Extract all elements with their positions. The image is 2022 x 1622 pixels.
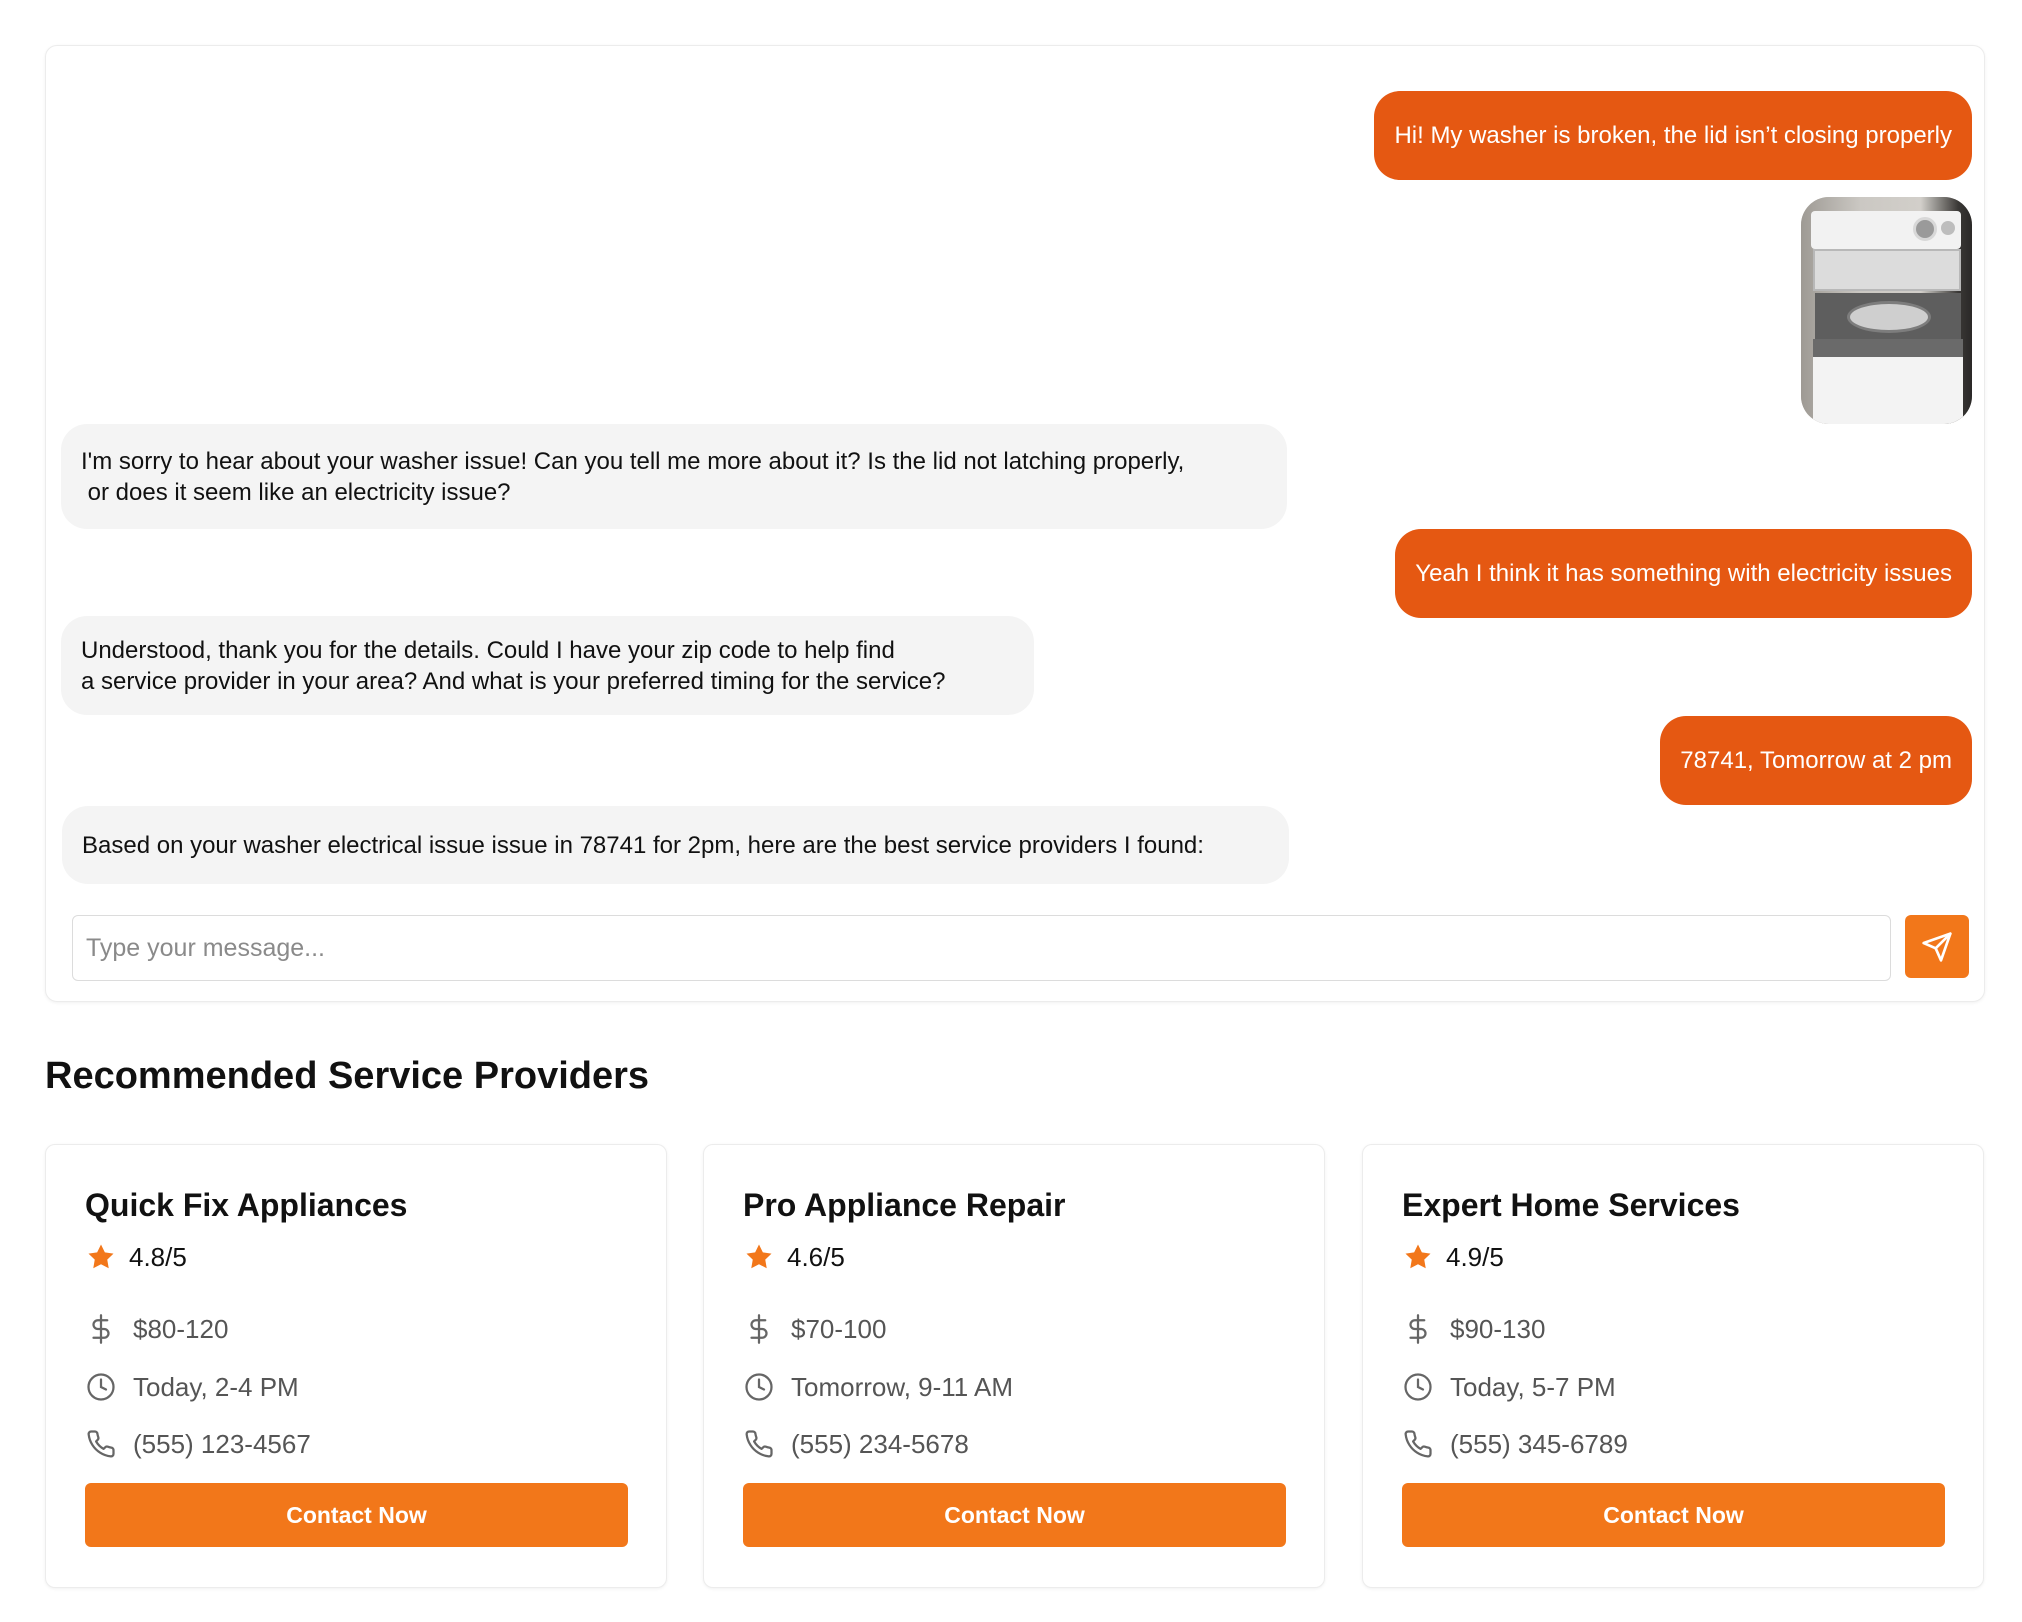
- provider-card: Quick Fix Appliances 4.8/5 $80-120 Today…: [45, 1144, 667, 1588]
- provider-price: $80-120: [133, 1313, 229, 1344]
- star-icon: [85, 1241, 117, 1273]
- contact-now-button[interactable]: Contact Now: [1402, 1483, 1945, 1547]
- user-message: 78741, Tomorrow at 2 pm: [1660, 716, 1972, 805]
- provider-card: Expert Home Services 4.9/5 $90-130 Today…: [1362, 1144, 1984, 1588]
- availability-row: Today, 5-7 PM: [1402, 1371, 1616, 1403]
- star-icon: [1402, 1241, 1434, 1273]
- input-placeholder: Type your message...: [86, 934, 326, 962]
- provider-card: Pro Appliance Repair 4.6/5 $70-100 Tomor…: [703, 1144, 1325, 1588]
- price-row: $90-130: [1402, 1313, 1545, 1345]
- message-line: Based on your washer electrical issue is…: [82, 831, 1204, 859]
- message-text: Yeah I think it has something with elect…: [1415, 560, 1952, 587]
- contact-now-button[interactable]: Contact Now: [85, 1483, 628, 1547]
- price-row: $70-100: [743, 1313, 886, 1345]
- provider-rating: 4.8/5: [129, 1241, 187, 1272]
- chat-panel: Hi! My washer is broken, the lid isn’t c…: [45, 45, 1985, 1002]
- availability-row: Tomorrow, 9-11 AM: [743, 1371, 1013, 1403]
- rating-row: 4.9/5: [1402, 1241, 1504, 1273]
- bot-message: Based on your washer electrical issue is…: [62, 806, 1289, 884]
- phone-row: (555) 345-6789: [1402, 1428, 1628, 1460]
- price-row: $80-120: [85, 1313, 228, 1345]
- user-message: Hi! My washer is broken, the lid isn’t c…: [1374, 91, 1972, 180]
- clock-icon: [85, 1371, 117, 1403]
- provider-availability: Today, 2-4 PM: [133, 1371, 299, 1402]
- provider-name: Pro Appliance Repair: [743, 1187, 1066, 1223]
- message-line: a service provider in your area? And wha…: [81, 667, 946, 695]
- star-icon: [743, 1241, 775, 1273]
- dollar-icon: [85, 1313, 117, 1345]
- provider-rating: 4.9/5: [1446, 1241, 1504, 1272]
- contact-now-button[interactable]: Contact Now: [743, 1483, 1286, 1547]
- send-icon: [1921, 931, 1953, 963]
- provider-phone: (555) 123-4567: [133, 1428, 311, 1459]
- clock-icon: [743, 1371, 775, 1403]
- provider-price: $90-130: [1450, 1313, 1546, 1344]
- phone-icon: [1402, 1428, 1434, 1460]
- provider-name: Expert Home Services: [1402, 1187, 1740, 1223]
- phone-row: (555) 123-4567: [85, 1428, 311, 1460]
- message-line: Understood, thank you for the details. C…: [81, 636, 895, 664]
- provider-rating: 4.6/5: [787, 1241, 845, 1272]
- clock-icon: [1402, 1371, 1434, 1403]
- message-line: or does it seem like an electricity issu…: [81, 478, 511, 506]
- provider-phone: (555) 234-5678: [791, 1428, 969, 1459]
- bot-message: I'm sorry to hear about your washer issu…: [61, 424, 1287, 529]
- provider-phone: (555) 345-6789: [1450, 1428, 1628, 1459]
- phone-icon: [85, 1428, 117, 1460]
- bot-message: Understood, thank you for the details. C…: [61, 616, 1034, 715]
- rating-row: 4.6/5: [743, 1241, 845, 1273]
- user-message: Yeah I think it has something with elect…: [1395, 529, 1972, 618]
- provider-name: Quick Fix Appliances: [85, 1187, 408, 1223]
- message-line: I'm sorry to hear about your washer issu…: [81, 447, 1185, 475]
- message-text: 78741, Tomorrow at 2 pm: [1680, 747, 1952, 774]
- send-button[interactable]: [1905, 915, 1969, 978]
- rating-row: 4.8/5: [85, 1241, 187, 1273]
- provider-price: $70-100: [791, 1313, 887, 1344]
- phone-row: (555) 234-5678: [743, 1428, 969, 1460]
- provider-availability: Tomorrow, 9-11 AM: [791, 1371, 1014, 1402]
- washer-photo[interactable]: [1801, 197, 1972, 424]
- dollar-icon: [743, 1313, 775, 1345]
- section-title: Recommended Service Providers: [45, 1055, 650, 1097]
- availability-row: Today, 2-4 PM: [85, 1371, 299, 1403]
- provider-availability: Today, 5-7 PM: [1450, 1371, 1616, 1402]
- message-text: Hi! My washer is broken, the lid isn’t c…: [1394, 122, 1952, 149]
- dollar-icon: [1402, 1313, 1434, 1345]
- message-input[interactable]: Type your message...: [72, 915, 1891, 981]
- phone-icon: [743, 1428, 775, 1460]
